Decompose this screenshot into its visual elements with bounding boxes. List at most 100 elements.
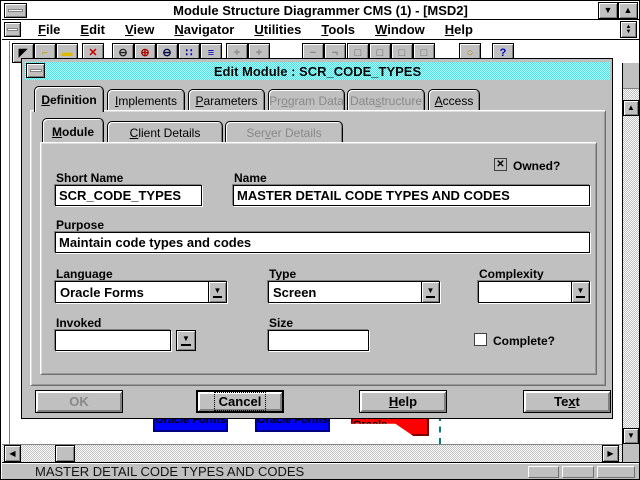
subtab-module[interactable]: Module xyxy=(42,118,104,144)
short-name-field-wrap xyxy=(55,185,202,206)
menu-navigator[interactable]: Navigator xyxy=(164,22,244,37)
plus-icon: + xyxy=(234,48,240,59)
menu-file[interactable]: File xyxy=(28,22,70,37)
menu-utilities[interactable]: Utilities xyxy=(244,22,311,37)
application-window: Module Structure Diagrammer CMS (1) - [M… xyxy=(0,0,640,480)
child-system-menu-button[interactable] xyxy=(4,22,21,37)
main-titlebar: Module Structure Diagrammer CMS (1) - [M… xyxy=(2,2,639,20)
scroll-left-button[interactable]: ◀ xyxy=(4,445,21,462)
scroll-down-button[interactable]: ▼ xyxy=(623,428,639,444)
complexity-label: Complexity xyxy=(479,267,544,281)
tab-access[interactable]: Access xyxy=(428,89,480,110)
text-button[interactable]: Text xyxy=(523,390,611,413)
circle-minus-icon: ⊖ xyxy=(162,48,171,59)
chevron-down-icon: ▼ xyxy=(181,335,191,346)
clock-icon: ○ xyxy=(467,48,474,59)
system-menu-button[interactable] xyxy=(4,3,27,18)
plus-icon: + xyxy=(256,48,262,59)
name-field-wrap xyxy=(233,185,590,206)
dialog-system-menu-button[interactable] xyxy=(26,63,45,78)
invoked-field-wrap xyxy=(55,330,171,351)
minus-icon: − xyxy=(310,48,316,59)
box-icon: ▬ xyxy=(62,48,73,59)
size-field-wrap xyxy=(268,330,369,351)
menu-tools[interactable]: Tools xyxy=(311,22,365,37)
vertical-scrollbar[interactable]: ▲ ▼ xyxy=(622,63,639,444)
help-button-label: Help xyxy=(389,394,417,409)
corner-icon: ¬ xyxy=(332,48,338,59)
window-icon: □ xyxy=(377,48,384,59)
arrow-right-icon: ▶ xyxy=(607,450,613,458)
horizontal-scrollbar[interactable]: ◀ ▶ xyxy=(2,444,622,462)
subtab-server-details: Server Details xyxy=(225,121,343,142)
language-dropdown-button[interactable]: ▼ xyxy=(208,282,226,302)
purpose-label: Purpose xyxy=(56,218,104,232)
menu-help[interactable]: Help xyxy=(435,22,483,37)
dialog-title: Edit Module : SCR_CODE_TYPES xyxy=(214,64,421,79)
cancel-button[interactable]: Cancel xyxy=(196,390,284,413)
type-combo[interactable]: Screen ▼ xyxy=(268,281,440,303)
complete-checkbox[interactable] xyxy=(474,333,487,346)
system-menu-icon xyxy=(8,9,23,12)
circle-plus-icon: ⊕ xyxy=(140,48,149,59)
text-button-label: Text xyxy=(554,394,580,409)
language-label: Language xyxy=(56,267,113,281)
chevron-down-icon: ▼ xyxy=(576,287,586,298)
name-input[interactable] xyxy=(234,186,589,205)
help-button[interactable]: Help xyxy=(359,390,447,413)
chevron-down-icon: ▼ xyxy=(213,287,223,298)
menu-edit[interactable]: Edit xyxy=(70,22,115,37)
child-restore-button[interactable]: ▲▼ xyxy=(620,21,637,38)
dialog-titlebar: Edit Module : SCR_CODE_TYPES xyxy=(25,62,610,80)
scrollbar-frame xyxy=(623,63,639,89)
restore-down-icon: ▼ xyxy=(626,30,632,35)
arrow-up-icon: ▲ xyxy=(627,104,635,112)
invoked-label: Invoked xyxy=(56,316,101,330)
ok-button: OK xyxy=(35,390,123,413)
menu-view[interactable]: View xyxy=(115,22,164,37)
menubar: File Edit View Navigator Utilities Tools… xyxy=(2,20,639,40)
tab-parameters[interactable]: Parameters xyxy=(188,89,265,110)
type-dropdown-button[interactable]: ▼ xyxy=(421,282,439,302)
short-name-input[interactable] xyxy=(56,186,201,205)
owned-label: Owned? xyxy=(513,159,560,173)
arrow-down-icon: ▼ xyxy=(627,432,635,440)
language-combo[interactable]: Oracle Forms ▼ xyxy=(55,281,227,303)
invoked-dropdown-button[interactable]: ▼ xyxy=(176,330,196,351)
purpose-input[interactable] xyxy=(56,233,589,252)
purpose-field-wrap xyxy=(55,232,590,253)
complexity-combo[interactable]: ▼ xyxy=(478,281,590,303)
name-label: Name xyxy=(234,171,267,185)
scrollbar-corner xyxy=(622,444,640,462)
delete-x-icon: ✕ xyxy=(88,48,97,59)
grid-icon: ∷ xyxy=(186,48,193,59)
status-panel-1 xyxy=(528,466,559,478)
minimize-button[interactable]: ▼ xyxy=(598,2,618,19)
chevron-down-icon: ▼ xyxy=(426,287,436,298)
scroll-up-button[interactable]: ▲ xyxy=(623,100,639,116)
menu-window[interactable]: Window xyxy=(365,22,435,37)
subtab-client-details[interactable]: Client Details xyxy=(107,121,223,142)
maximize-button[interactable]: ▲ xyxy=(618,2,638,19)
complete-label: Complete? xyxy=(493,334,555,348)
size-input[interactable] xyxy=(269,331,368,350)
complexity-dropdown-button[interactable]: ▼ xyxy=(571,282,589,302)
short-name-label: Short Name xyxy=(56,171,123,185)
owned-checkbox: ✕ xyxy=(494,158,507,171)
cancel-button-label: Cancel xyxy=(215,393,266,410)
tab-definition[interactable]: Definition xyxy=(34,86,104,112)
open-icon: ⌐ xyxy=(42,48,48,59)
status-panel-2 xyxy=(562,466,594,478)
tab-program-data: Program Data xyxy=(268,89,345,110)
circle-minus-icon: ⊖ xyxy=(118,48,127,59)
status-message: MASTER DETAIL CODE TYPES AND CODES xyxy=(2,464,304,479)
dialog-system-menu-icon xyxy=(30,69,42,72)
window-icon: □ xyxy=(355,48,362,59)
type-label: Type xyxy=(269,267,296,281)
hscroll-thumb[interactable] xyxy=(55,445,75,462)
scroll-right-button[interactable]: ▶ xyxy=(602,445,619,462)
language-value: Oracle Forms xyxy=(56,285,208,300)
tab-implements[interactable]: Implements xyxy=(107,89,185,110)
invoked-input[interactable] xyxy=(56,331,170,350)
window-title: Module Structure Diagrammer CMS (1) - [M… xyxy=(2,3,639,18)
